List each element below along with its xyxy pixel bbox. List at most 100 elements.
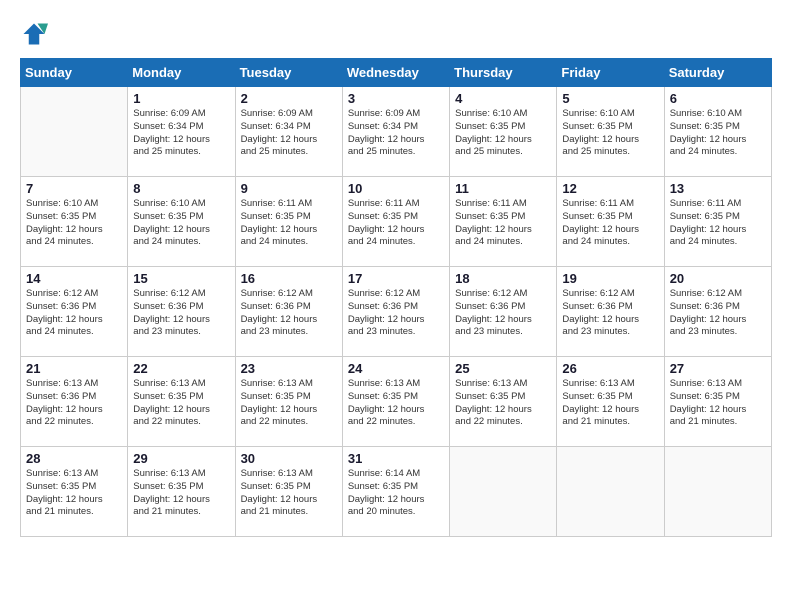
day-number: 28 [26,451,122,466]
day-info: Sunrise: 6:10 AM Sunset: 6:35 PM Dayligh… [133,198,229,249]
day-cell [557,447,664,537]
day-info: Sunrise: 6:09 AM Sunset: 6:34 PM Dayligh… [241,108,337,159]
day-number: 17 [348,271,444,286]
week-row-2: 7Sunrise: 6:10 AM Sunset: 6:35 PM Daylig… [21,177,772,267]
day-header-wednesday: Wednesday [342,59,449,87]
day-info: Sunrise: 6:13 AM Sunset: 6:35 PM Dayligh… [133,468,229,519]
day-number: 8 [133,181,229,196]
week-row-1: 1 Sunrise: 6:09 AM Sunset: 6:34 PM Daylig… [21,87,772,177]
day-info: Sunrise: 6:12 AM Sunset: 6:36 PM Dayligh… [348,288,444,339]
day-cell: 30 Sunrise: 6:13 AM Sunset: 6:35 PM Dayli… [235,447,342,537]
day-number: 22 [133,361,229,376]
day-cell: 14 Sunrise: 6:12 AM Sunset: 6:36 PM Dayli… [21,267,128,357]
logo-icon [20,20,48,48]
day-cell [21,87,128,177]
day-cell: 10 Sunrise: 6:11 AM Sunset: 6:35 PM Dayli… [342,177,449,267]
day-number: 16 [241,271,337,286]
day-number: 4 [455,91,551,106]
day-info: Sunrise: 6:12 AM Sunset: 6:36 PM Dayligh… [241,288,337,339]
day-number: 19 [562,271,658,286]
day-number: 5 [562,91,658,106]
day-cell: 19 Sunrise: 6:12 AM Sunset: 6:36 PM Dayli… [557,267,664,357]
day-cell: 13 Sunrise: 6:11 AM Sunset: 6:35 PM Dayli… [664,177,771,267]
day-cell: 11Sunrise: 6:11 AM Sunset: 6:35 PM Dayli… [450,177,557,267]
day-info: Sunrise: 6:13 AM Sunset: 6:35 PM Dayligh… [241,468,337,519]
day-number: 12 [562,181,658,196]
day-number: 1 [133,91,229,106]
day-cell: 18 Sunrise: 6:12 AM Sunset: 6:36 PM Dayli… [450,267,557,357]
day-info: Sunrise: 6:13 AM Sunset: 6:35 PM Dayligh… [348,378,444,429]
day-info: Sunrise: 6:13 AM Sunset: 6:35 PM Dayligh… [26,468,122,519]
day-cell [664,447,771,537]
day-info: Sunrise: 6:11 AM Sunset: 6:35 PM Dayligh… [562,198,658,249]
day-info: Sunrise: 6:11 AM Sunset: 6:35 PM Dayligh… [670,198,766,249]
day-info: Sunrise: 6:13 AM Sunset: 6:35 PM Dayligh… [455,378,551,429]
day-cell: 20 Sunrise: 6:12 AM Sunset: 6:36 PM Dayli… [664,267,771,357]
day-cell: 15Sunrise: 6:12 AM Sunset: 6:36 PM Dayli… [128,267,235,357]
day-number: 3 [348,91,444,106]
day-info: Sunrise: 6:09 AM Sunset: 6:34 PM Dayligh… [348,108,444,159]
page-header [20,20,772,48]
day-info: Sunrise: 6:13 AM Sunset: 6:35 PM Dayligh… [241,378,337,429]
day-info: Sunrise: 6:10 AM Sunset: 6:35 PM Dayligh… [670,108,766,159]
day-number: 25 [455,361,551,376]
logo [20,20,52,48]
day-info: Sunrise: 6:13 AM Sunset: 6:35 PM Dayligh… [562,378,658,429]
day-number: 9 [241,181,337,196]
day-info: Sunrise: 6:12 AM Sunset: 6:36 PM Dayligh… [26,288,122,339]
day-cell: 4 Sunrise: 6:10 AM Sunset: 6:35 PM Daylig… [450,87,557,177]
day-header-monday: Monday [128,59,235,87]
day-header-thursday: Thursday [450,59,557,87]
day-info: Sunrise: 6:12 AM Sunset: 6:36 PM Dayligh… [562,288,658,339]
week-row-5: 28 Sunrise: 6:13 AM Sunset: 6:35 PM Dayli… [21,447,772,537]
day-info: Sunrise: 6:11 AM Sunset: 6:35 PM Dayligh… [348,198,444,249]
day-info: Sunrise: 6:13 AM Sunset: 6:35 PM Dayligh… [670,378,766,429]
day-cell: 8 Sunrise: 6:10 AM Sunset: 6:35 PM Daylig… [128,177,235,267]
day-cell: 21Sunrise: 6:13 AM Sunset: 6:36 PM Dayli… [21,357,128,447]
day-cell: 22 Sunrise: 6:13 AM Sunset: 6:35 PM Dayli… [128,357,235,447]
day-number: 20 [670,271,766,286]
day-info: Sunrise: 6:12 AM Sunset: 6:36 PM Dayligh… [455,288,551,339]
day-cell: 31 Sunrise: 6:14 AM Sunset: 6:35 PM Dayli… [342,447,449,537]
day-number: 13 [670,181,766,196]
day-header-friday: Friday [557,59,664,87]
header-row: SundayMondayTuesdayWednesdayThursdayFrid… [21,59,772,87]
day-number: 29 [133,451,229,466]
week-row-3: 14 Sunrise: 6:12 AM Sunset: 6:36 PM Dayli… [21,267,772,357]
day-cell: 7Sunrise: 6:10 AM Sunset: 6:35 PM Daylig… [21,177,128,267]
day-cell [450,447,557,537]
day-number: 2 [241,91,337,106]
day-cell: 28 Sunrise: 6:13 AM Sunset: 6:35 PM Dayli… [21,447,128,537]
day-number: 6 [670,91,766,106]
day-header-sunday: Sunday [21,59,128,87]
day-info: Sunrise: 6:11 AM Sunset: 6:35 PM Dayligh… [241,198,337,249]
day-cell: 1 Sunrise: 6:09 AM Sunset: 6:34 PM Daylig… [128,87,235,177]
day-info: Sunrise: 6:09 AM Sunset: 6:34 PM Dayligh… [133,108,229,159]
day-header-saturday: Saturday [664,59,771,87]
day-cell: 12 Sunrise: 6:11 AM Sunset: 6:35 PM Dayli… [557,177,664,267]
day-number: 14 [26,271,122,286]
day-number: 31 [348,451,444,466]
day-number: 27 [670,361,766,376]
day-info: Sunrise: 6:10 AM Sunset: 6:35 PM Dayligh… [26,198,122,249]
day-cell: 5 Sunrise: 6:10 AM Sunset: 6:35 PM Daylig… [557,87,664,177]
day-info: Sunrise: 6:12 AM Sunset: 6:36 PM Dayligh… [133,288,229,339]
calendar-table: SundayMondayTuesdayWednesdayThursdayFrid… [20,58,772,537]
day-number: 18 [455,271,551,286]
day-info: Sunrise: 6:13 AM Sunset: 6:35 PM Dayligh… [133,378,229,429]
day-info: Sunrise: 6:14 AM Sunset: 6:35 PM Dayligh… [348,468,444,519]
day-info: Sunrise: 6:13 AM Sunset: 6:36 PM Dayligh… [26,378,122,429]
day-number: 23 [241,361,337,376]
day-cell: 6 Sunrise: 6:10 AM Sunset: 6:35 PM Daylig… [664,87,771,177]
day-header-tuesday: Tuesday [235,59,342,87]
day-cell: 2 Sunrise: 6:09 AM Sunset: 6:34 PM Daylig… [235,87,342,177]
day-cell: 24Sunrise: 6:13 AM Sunset: 6:35 PM Dayli… [342,357,449,447]
week-row-4: 21Sunrise: 6:13 AM Sunset: 6:36 PM Dayli… [21,357,772,447]
day-info: Sunrise: 6:10 AM Sunset: 6:35 PM Dayligh… [455,108,551,159]
day-cell: 3 Sunrise: 6:09 AM Sunset: 6:34 PM Daylig… [342,87,449,177]
day-info: Sunrise: 6:12 AM Sunset: 6:36 PM Dayligh… [670,288,766,339]
day-cell: 26Sunrise: 6:13 AM Sunset: 6:35 PM Dayli… [557,357,664,447]
day-number: 30 [241,451,337,466]
day-info: Sunrise: 6:10 AM Sunset: 6:35 PM Dayligh… [562,108,658,159]
day-number: 10 [348,181,444,196]
